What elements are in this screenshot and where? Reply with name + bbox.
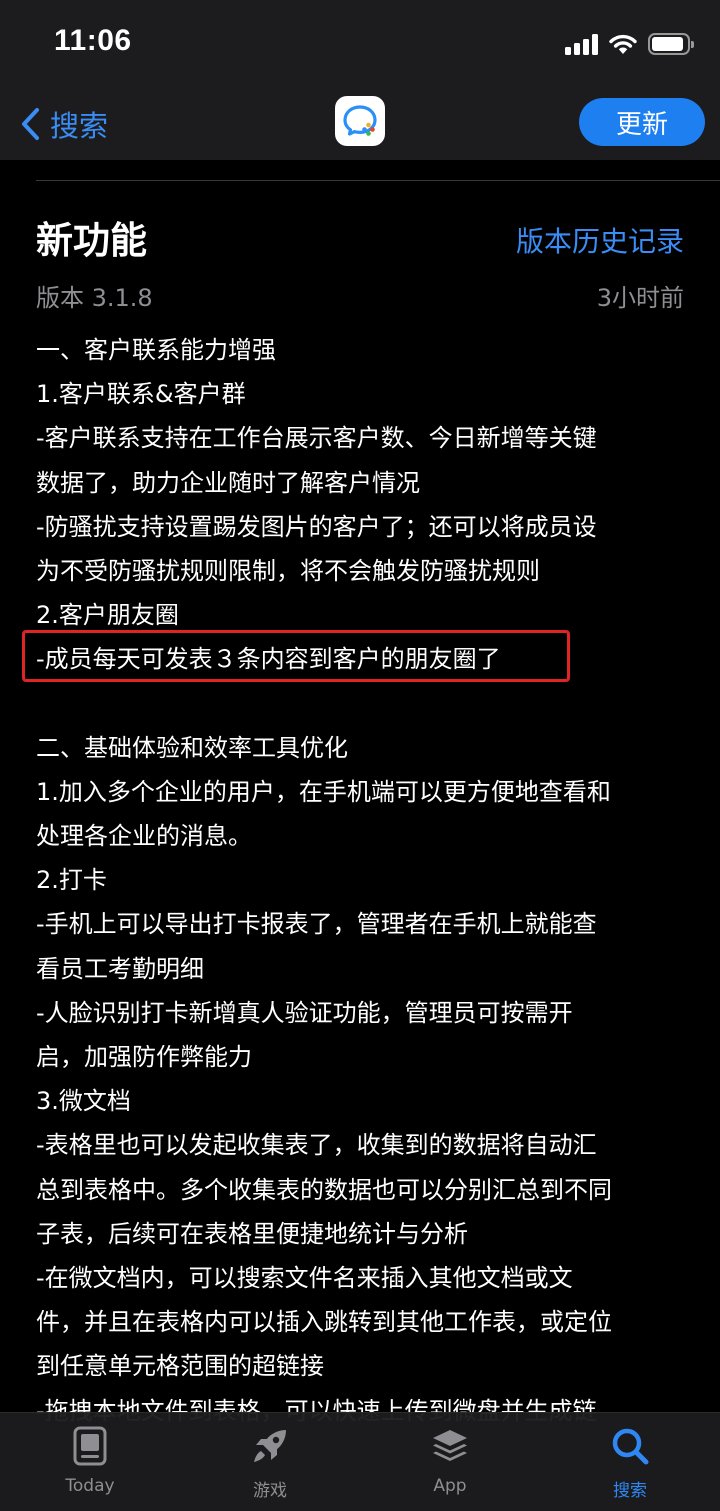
note-line: 数据了，助力企业随时了解客户情况 (36, 468, 420, 497)
version-label: 版本 3.1.8 (36, 284, 153, 312)
note-line: -人脸识别打卡新增真人验证功能，管理员可按需开 (36, 998, 573, 1027)
note-line: 件，并且在表格内可以插入跳转到其他工作表，或定位 (36, 1308, 612, 1337)
back-label: 搜索 (50, 109, 109, 143)
note-line: -防骚扰支持设置踢发图片的客户了；还可以将成员设 (36, 512, 597, 541)
tab-games[interactable]: 游戏 (180, 1413, 360, 1511)
release-notes: 一、客户联系能力增强 1.客户联系&客户群 -客户联系支持在工作台展示客户数、今日新… (36, 328, 696, 1433)
wifi-icon (609, 34, 637, 54)
note-line: -在微文档内，可以搜索文件名来插入其他文档或文 (36, 1263, 573, 1292)
section-title: 新功能 (36, 219, 147, 262)
battery-icon (648, 33, 694, 55)
note-line: -手机上可以导出打卡报表了，管理者在手机上就能查 (36, 910, 597, 939)
note-line: -客户联系支持在工作台展示客户数、今日新增等关键 (36, 424, 597, 453)
tab-label: App (433, 1476, 467, 1496)
status-time: 11:06 (54, 24, 132, 57)
note-spacer (36, 682, 696, 726)
nav-bar: 搜索 更新 (0, 88, 720, 160)
status-icons (565, 30, 694, 58)
header-divider (36, 180, 720, 181)
tab-label: 游戏 (253, 1481, 287, 1501)
tab-bar: Today 游戏 App 搜索 (0, 1412, 720, 1511)
rocket-icon (249, 1425, 291, 1467)
update-button[interactable]: 更新 (579, 98, 705, 146)
note-line: 到任意单元格范围的超链接 (36, 1352, 324, 1381)
tab-apps[interactable]: App (360, 1413, 540, 1511)
cellular-signal-icon (565, 33, 598, 55)
note-line: 总到表格中。多个收集表的数据也可以分别汇总到不同 (36, 1175, 612, 1204)
note-line: 启，加强防作弊能力 (36, 1043, 252, 1071)
app-icon (335, 96, 385, 146)
note-line: -表格里也可以发起收集表了，收集到的数据将自动汇 (36, 1131, 597, 1160)
today-icon (69, 1425, 111, 1467)
battery-level (652, 37, 683, 51)
version-history-link[interactable]: 版本历史记录 (516, 220, 684, 260)
back-button[interactable]: 搜索 (20, 102, 108, 146)
search-icon (609, 1425, 651, 1467)
note-line: 1.加入多个企业的用户，在手机端可以更方便地查看和 (36, 777, 611, 806)
status-bar: 11:06 (0, 0, 720, 88)
tab-search[interactable]: 搜索 (540, 1413, 720, 1511)
layers-icon (429, 1425, 471, 1467)
note-line: 看员工考勤明细 (36, 954, 204, 983)
highlight-annotation-box (22, 630, 570, 682)
note-line: 3.微文档 (36, 1087, 131, 1116)
tab-label: Today (65, 1476, 115, 1496)
note-line: 1.客户联系&客户群 (36, 380, 246, 409)
chevron-left-icon (22, 108, 39, 140)
tab-today[interactable]: Today (0, 1413, 180, 1511)
wecom-logo-icon (343, 105, 377, 136)
note-line: 一、客户联系能力增强 (36, 336, 276, 364)
note-line: 二、基础体验和效率工具优化 (36, 733, 348, 762)
note-line: 处理各企业的消息。 (36, 822, 252, 851)
tab-label: 搜索 (613, 1481, 647, 1501)
note-line: 子表，后续可在表格里便捷地统计与分析 (36, 1219, 468, 1248)
release-time: 3小时前 (596, 284, 684, 312)
note-line: 为不受防骚扰规则限制，将不会触发防骚扰规则 (36, 556, 540, 585)
note-line: 2.打卡 (36, 866, 107, 895)
